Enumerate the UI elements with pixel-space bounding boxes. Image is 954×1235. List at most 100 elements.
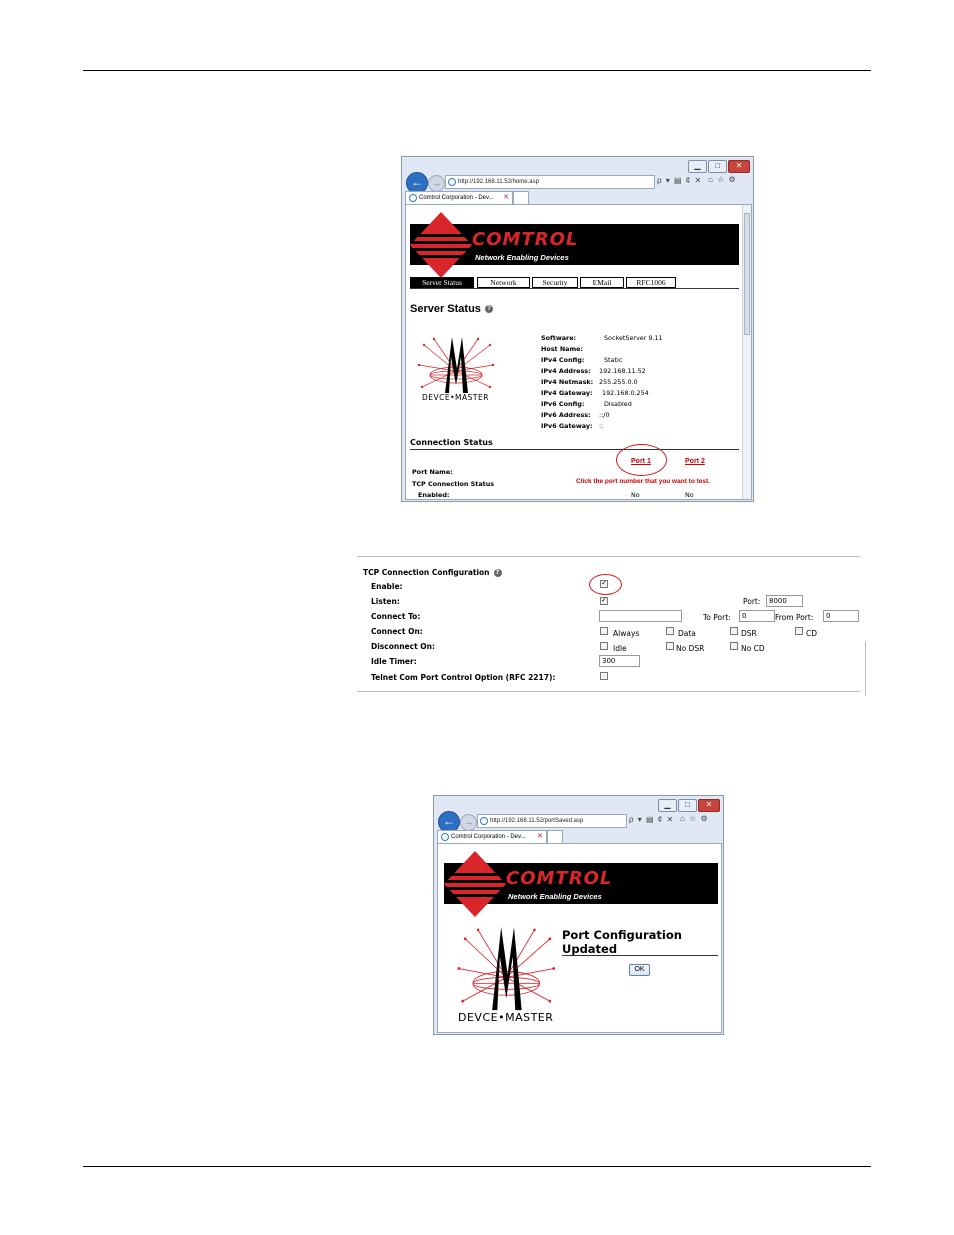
tab-server-status[interactable]: Server Status <box>410 277 474 288</box>
browser-window-home: ▁ □ ✕ ← → http://192.168.11.52/home.asp … <box>401 156 754 502</box>
field-label: IPv6 Address: <box>541 411 591 419</box>
close-icon[interactable]: ✕ <box>728 160 750 173</box>
ie-tab-icon <box>441 833 449 841</box>
field-value: Static <box>604 356 623 364</box>
listen-label: Listen: <box>371 597 400 606</box>
connect-to-input[interactable] <box>599 610 682 622</box>
field-value: Disabled <box>604 400 632 408</box>
devicemaster-right: CE•MASTER <box>482 1011 554 1024</box>
no-cd-label: No CD <box>741 644 765 653</box>
browser-tab[interactable]: Comtrol Corporation - Dev... ✕ <box>437 830 547 843</box>
field-value: ::/0 <box>599 411 610 419</box>
always-label: Always <box>613 629 640 638</box>
enable-label: Enable: <box>371 582 403 591</box>
field-label: IPv4 Config: <box>541 356 585 364</box>
close-icon[interactable]: ✕ <box>698 799 720 812</box>
help-icon[interactable]: ? <box>484 305 493 314</box>
data-label: Data <box>678 629 696 638</box>
connection-status-rule <box>410 449 739 450</box>
comtrol-wordmark: COMTROL <box>506 868 613 889</box>
address-bar[interactable]: http://192.168.11.52/home.asp <box>445 175 655 189</box>
dsr-label: DSR <box>741 629 757 638</box>
devicemaster-wordmark: DEVCE•MASTER <box>422 393 489 402</box>
tab-email[interactable]: EMail <box>580 277 624 288</box>
enabled-port1-value: No <box>631 491 640 499</box>
window-controls: ▁ □ ✕ <box>688 160 750 173</box>
port-label: Port: <box>743 597 761 606</box>
home-star-gear-icons[interactable]: ⌂ ☆ ⚙ <box>680 814 709 823</box>
maximize-icon[interactable]: □ <box>708 160 727 173</box>
field-label: IPv4 Netmask: <box>541 378 594 386</box>
dsr-checkbox[interactable] <box>730 627 738 635</box>
port1-highlight-circle <box>616 444 667 476</box>
click-port-note: Click the port number that you want to t… <box>576 478 710 485</box>
address-url: http://192.168.11.52/portSaved.asp <box>490 818 584 824</box>
field-label: IPv4 Gateway: <box>541 389 593 397</box>
devicemaster-right: CE•MASTER <box>439 393 489 402</box>
cd-checkbox[interactable] <box>795 627 803 635</box>
field-label: IPv6 Gateway: <box>541 422 593 430</box>
scroll-thumb[interactable] <box>744 213 750 335</box>
cd-label: CD <box>806 629 818 638</box>
tab-security[interactable]: Security <box>532 277 578 288</box>
maximize-icon[interactable]: □ <box>678 799 697 812</box>
address-tools[interactable]: ρ ▾ ▤ ¢ ✕ <box>629 815 674 824</box>
address-tools[interactable]: ρ ▾ ▤ ¢ ✕ <box>657 176 702 185</box>
tabs-underline <box>410 288 739 289</box>
listen-checkbox[interactable]: ✓ <box>600 597 608 605</box>
tab-network[interactable]: Network <box>477 277 530 288</box>
field-value: 192.168.11.52 <box>599 367 646 375</box>
disconnect-on-label: Disconnect On: <box>371 642 435 651</box>
field-label: Host Name: <box>541 345 584 353</box>
always-checkbox[interactable] <box>600 627 608 635</box>
footer-rule <box>83 1166 871 1167</box>
from-port-input[interactable]: 0 <box>823 610 859 622</box>
page-content: COMTROL Network Enabling Devices DEVCE•M <box>437 843 722 1033</box>
tcp-connection-status-label: TCP Connection Status <box>412 480 495 488</box>
window-controls: ▁ □ ✕ <box>658 799 720 812</box>
no-cd-checkbox[interactable] <box>730 642 738 650</box>
devicemaster-logo-icon <box>457 926 555 1011</box>
field-value: 255.255.0.0 <box>599 378 638 386</box>
idle-label: Idle <box>613 644 627 653</box>
tab-close-icon[interactable]: ✕ <box>537 831 543 843</box>
tab-close-icon[interactable]: ✕ <box>503 192 509 204</box>
page-content: COMTROL Network Enabling Devices Server … <box>405 204 752 500</box>
scrollbar[interactable] <box>742 205 751 499</box>
tab-rfc1006[interactable]: RFC1006 <box>626 277 676 288</box>
comtrol-diamond-logo-icon <box>444 851 506 917</box>
no-dsr-checkbox[interactable] <box>666 642 674 650</box>
data-checkbox[interactable] <box>666 627 674 635</box>
config-right-edge <box>865 641 866 696</box>
port-config-updated-title: Port Configuration Updated <box>562 928 682 956</box>
help-icon[interactable]: ? <box>493 569 502 577</box>
ie-page-icon <box>480 817 488 825</box>
forward-arrow-icon[interactable]: → <box>460 814 477 831</box>
address-bar[interactable]: http://192.168.11.52/portSaved.asp <box>477 814 627 828</box>
telnet-checkbox[interactable] <box>600 672 608 680</box>
title-underline <box>562 955 718 956</box>
config-title-text: TCP Connection Configuration <box>363 568 490 577</box>
browser-tab[interactable]: Comtrol Corporation - Dev... ✕ <box>405 191 513 204</box>
devicemaster-left: DEV <box>422 393 440 402</box>
server-status-title-text: Server Status <box>410 303 481 315</box>
new-tab[interactable] <box>547 830 563 843</box>
to-port-input[interactable]: 0 <box>739 610 775 622</box>
port-name-label: Port Name: <box>412 468 453 476</box>
tab-title: Comtrol Corporation - Dev... <box>451 834 526 840</box>
new-tab[interactable] <box>513 191 529 204</box>
home-star-gear-icons[interactable]: ⌂ ☆ ⚙ <box>708 175 737 184</box>
port2-link[interactable]: Port 2 <box>685 458 705 465</box>
ok-button[interactable]: OK <box>629 964 650 976</box>
address-url: http://192.168.11.52/home.asp <box>458 179 539 185</box>
forward-arrow-icon[interactable]: → <box>428 175 445 192</box>
to-port-label: To Port: <box>703 613 731 622</box>
idle-checkbox[interactable] <box>600 642 608 650</box>
comtrol-wordmark: COMTROL <box>472 229 579 250</box>
idle-timer-input[interactable]: 300 <box>599 655 640 667</box>
minimize-icon[interactable]: ▁ <box>688 160 707 173</box>
port-input[interactable]: 8000 <box>766 595 803 607</box>
enabled-label: Enabled: <box>418 491 450 499</box>
minimize-icon[interactable]: ▁ <box>658 799 677 812</box>
browser-window-portsaved: ▁ □ ✕ ← → http://192.168.11.52/portSaved… <box>433 795 724 1035</box>
